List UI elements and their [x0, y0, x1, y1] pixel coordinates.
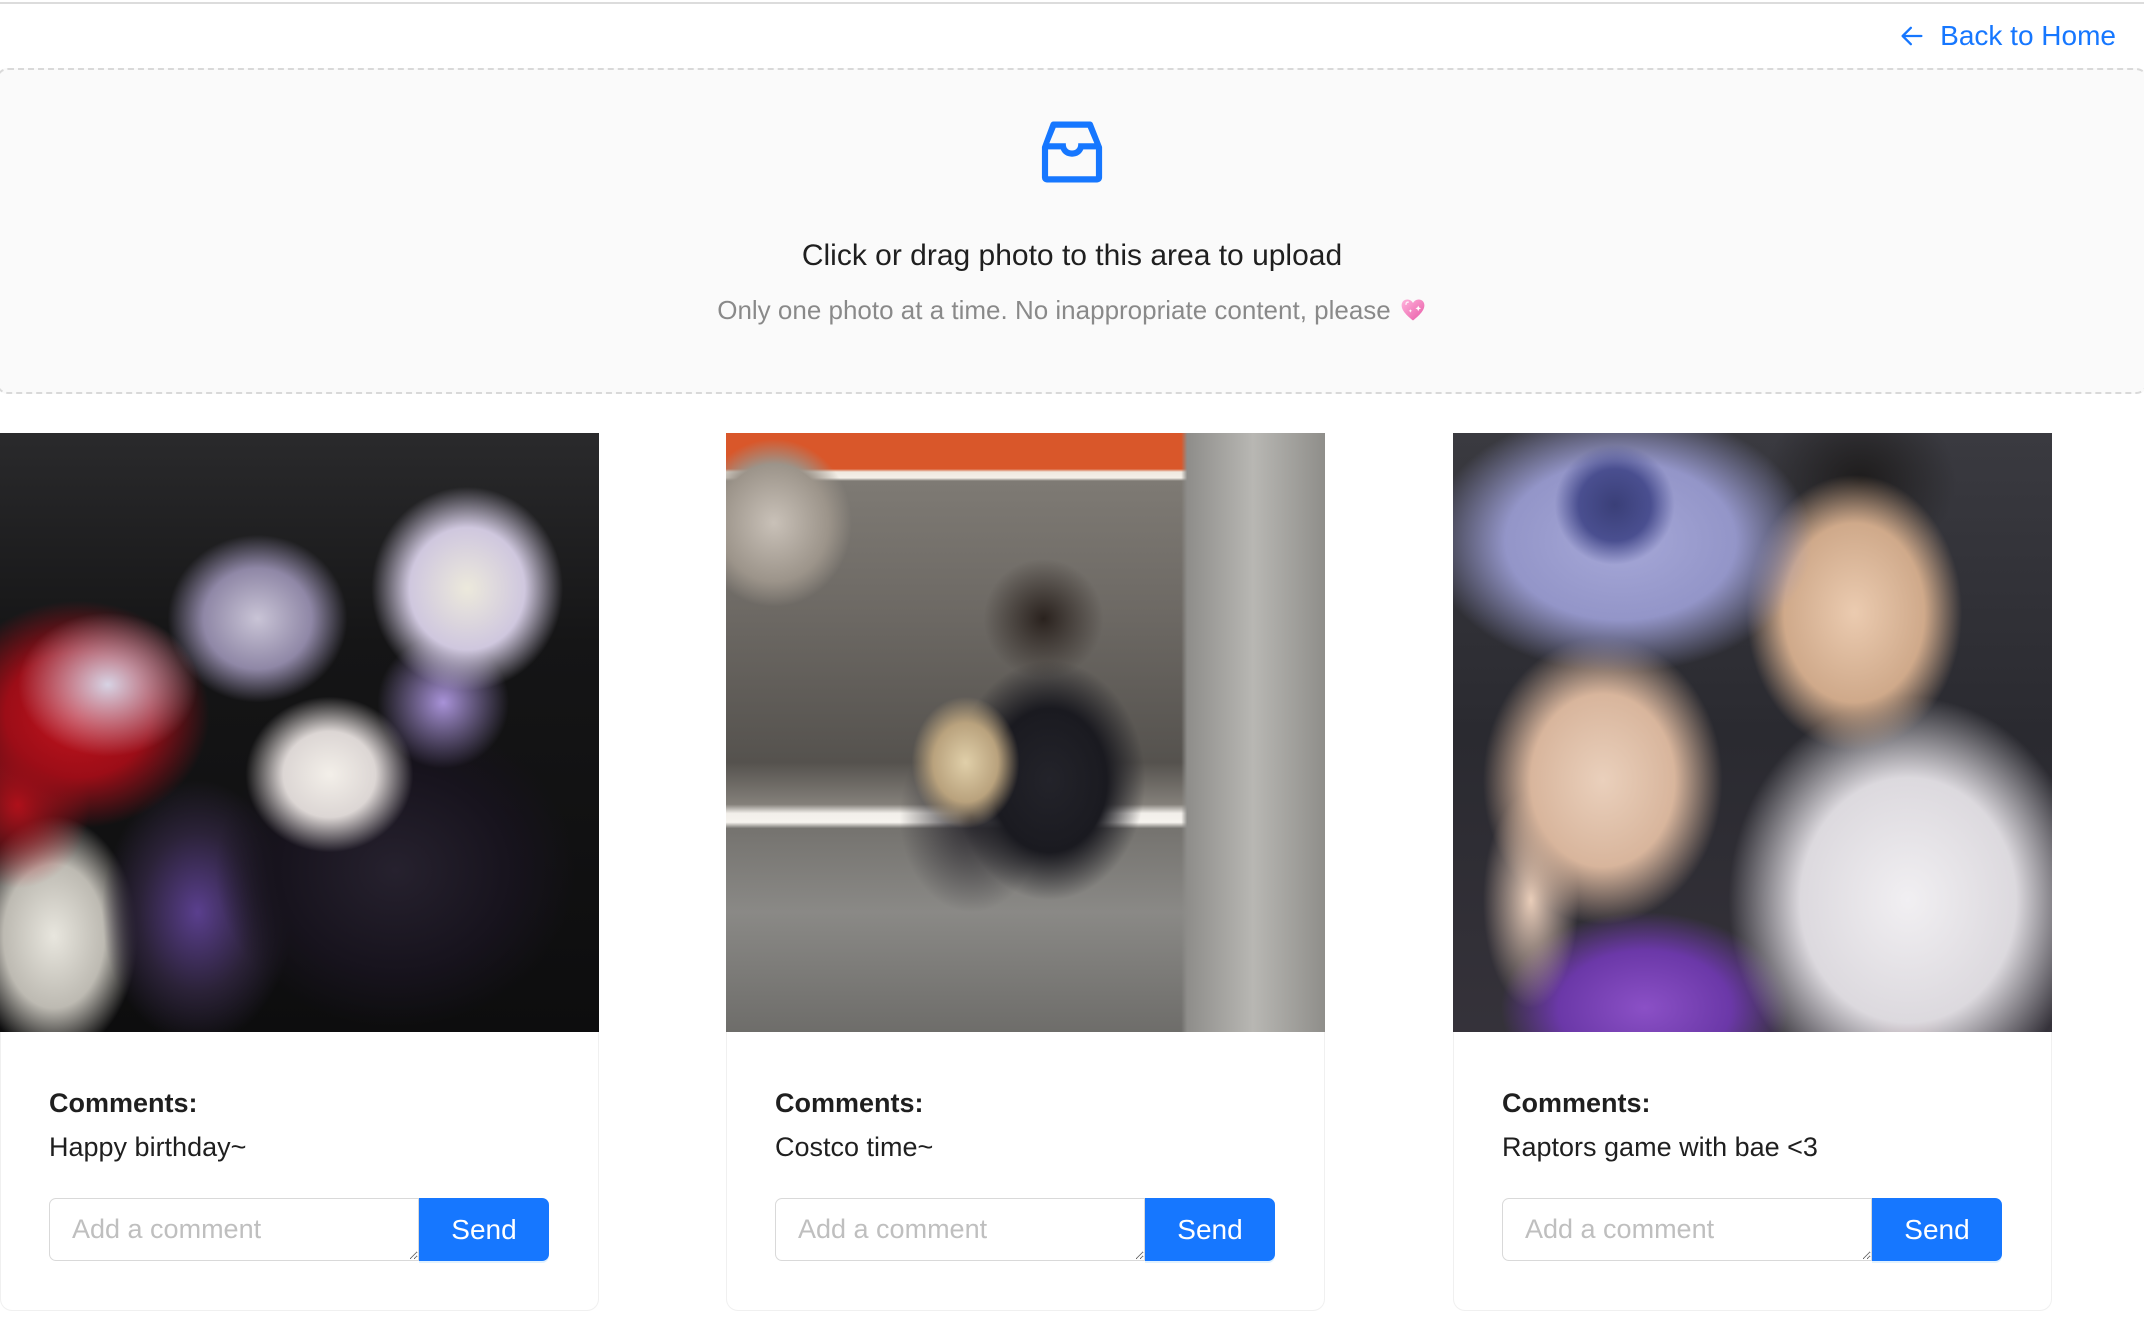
- upload-hint: Only one photo at a time. No inappropria…: [717, 292, 1427, 328]
- inbox-icon: [1036, 116, 1108, 188]
- card-body: Comments: Raptors game with bae <3 Send: [1453, 1032, 2052, 1311]
- comment-text: Costco time~: [775, 1132, 934, 1162]
- upload-hint-text: Only one photo at a time. No inappropria…: [717, 295, 1391, 325]
- comment-input[interactable]: [49, 1198, 419, 1261]
- photo-card: Comments: Happy birthday~ Send: [0, 433, 599, 1311]
- card-body: Comments: Costco time~ Send: [726, 1032, 1325, 1311]
- top-divider: [0, 2, 2144, 4]
- comments-label: Comments:: [1502, 1088, 1651, 1118]
- upload-dropzone[interactable]: Click or drag photo to this area to uplo…: [0, 68, 2144, 394]
- back-to-home-label: Back to Home: [1940, 20, 2116, 51]
- comment-form: Send: [49, 1198, 549, 1261]
- comments-label: Comments:: [775, 1088, 924, 1118]
- comment-text: Happy birthday~: [49, 1132, 247, 1162]
- comment-input[interactable]: [1502, 1198, 1872, 1261]
- upload-instruction: Click or drag photo to this area to uplo…: [801, 239, 1343, 272]
- send-button[interactable]: Send: [1872, 1198, 2002, 1261]
- photo-card: Comments: Costco time~ Send: [726, 433, 1325, 1311]
- comment-form: Send: [775, 1198, 1275, 1261]
- comment-form: Send: [1502, 1198, 2002, 1261]
- send-button[interactable]: Send: [1145, 1198, 1275, 1261]
- arrow-left-icon: [1898, 22, 1926, 50]
- photo: [0, 433, 599, 1032]
- card-body: Comments: Happy birthday~ Send: [0, 1032, 599, 1311]
- photo-card: Comments: Raptors game with bae <3 Send: [1453, 433, 2052, 1311]
- comment-text: Raptors game with bae <3: [1502, 1132, 1818, 1162]
- send-button[interactable]: Send: [419, 1198, 549, 1261]
- back-to-home-link[interactable]: Back to Home: [1898, 18, 2116, 54]
- sparkling-heart-icon: [1399, 296, 1427, 324]
- photo: [1453, 433, 2052, 1032]
- comments-label: Comments:: [49, 1088, 198, 1118]
- photo: [726, 433, 1325, 1032]
- comment-input[interactable]: [775, 1198, 1145, 1261]
